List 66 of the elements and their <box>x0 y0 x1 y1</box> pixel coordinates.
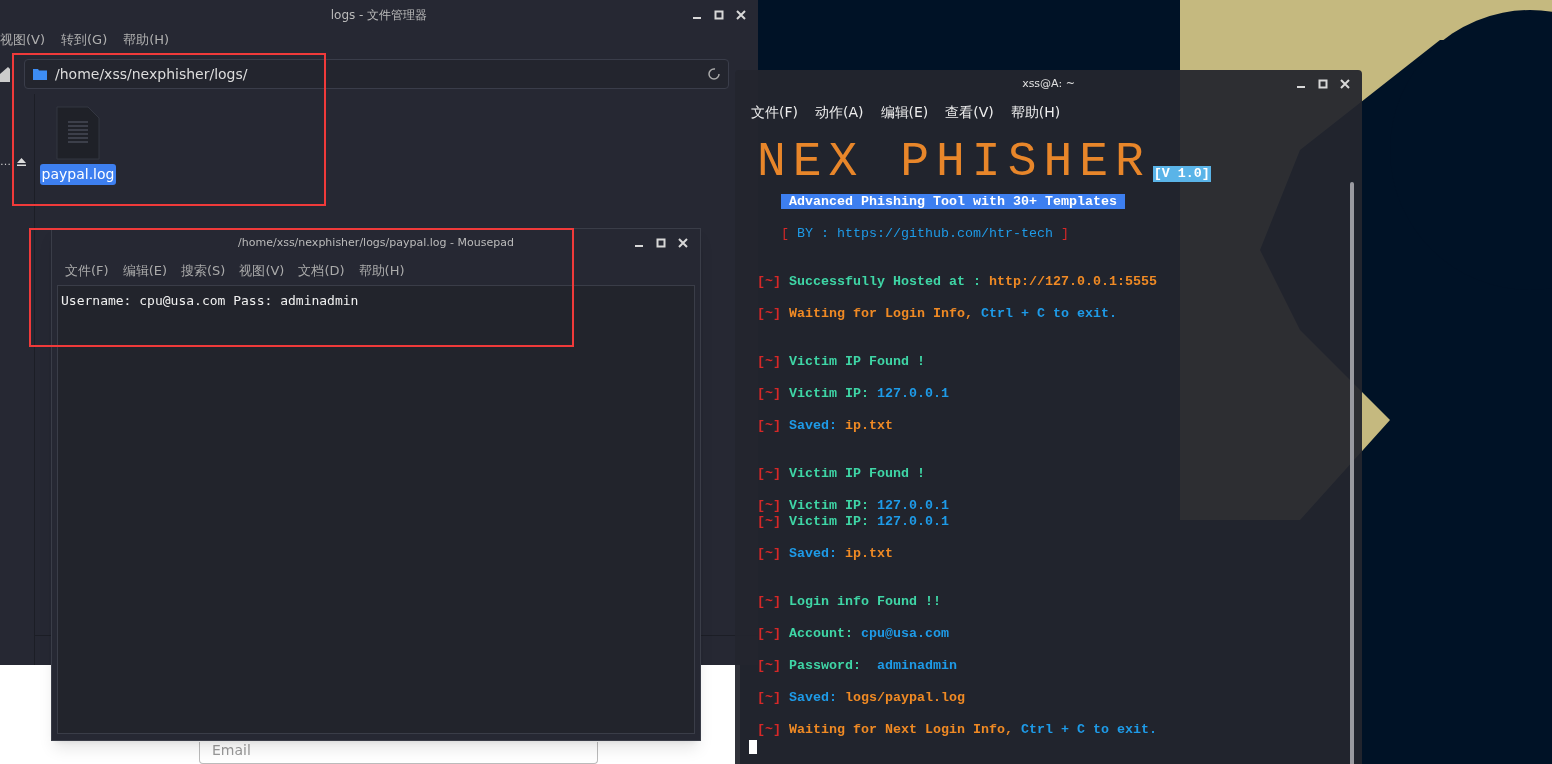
menu-item[interactable]: 文件(F) <box>751 101 798 123</box>
menu-item[interactable]: 帮助(H) <box>358 261 405 281</box>
window-title: xss@A: ~ <box>1021 75 1076 92</box>
terminal-line: Victim IP: 127.0.0.1 <box>789 498 949 514</box>
text-area[interactable]: Username: cpu@usa.com Pass: adminadmin <box>57 285 695 734</box>
eject-icon[interactable] <box>17 158 26 166</box>
line-prefix: [~] <box>757 626 781 642</box>
location-bar[interactable]: /home/xss/nexphisher/logs/ <box>24 59 729 89</box>
line-prefix: [~] <box>757 306 781 322</box>
line-prefix: [~] <box>757 594 781 610</box>
terminal-line: Saved: ip.txt <box>789 418 893 434</box>
refresh-icon[interactable] <box>708 68 720 80</box>
window-title: /home/xss/nexphisher/logs/paypal.log - Mousepad <box>237 234 515 251</box>
line-prefix: [~] <box>757 658 781 674</box>
menu-item[interactable]: 编辑(E) <box>122 261 167 281</box>
close-icon[interactable] <box>736 10 746 20</box>
menu-item[interactable]: 转到(G) <box>61 30 108 50</box>
menu-item[interactable]: 动作(A) <box>815 101 864 123</box>
line-prefix: [~] <box>757 466 781 482</box>
menu-item[interactable]: 查看(V) <box>945 101 994 123</box>
file-name[interactable]: paypal.log <box>39 164 117 185</box>
line-prefix: [~] <box>757 690 781 706</box>
line-prefix: [~] <box>757 498 781 514</box>
maximize-icon[interactable] <box>1318 79 1328 89</box>
terminal-line: Account: cpu@usa.com <box>789 626 949 642</box>
menu-item[interactable]: 视图(V) <box>0 30 46 50</box>
terminal-line: Victim IP Found ! <box>789 466 925 482</box>
cursor <box>749 740 757 754</box>
maximize-icon[interactable] <box>714 10 724 20</box>
credit-line: [ BY : https://github.com/htr-tech ] <box>780 226 1070 242</box>
terminal-line: Victim IP: 127.0.0.1 <box>789 514 949 530</box>
terminal-line: Victim IP: 127.0.0.1 <box>789 386 949 402</box>
menu-item[interactable]: 文档(D) <box>298 261 345 281</box>
line-prefix: [~] <box>757 386 781 402</box>
line-prefix: [~] <box>757 274 781 290</box>
line-prefix: [~] <box>757 514 781 530</box>
location-path: /home/xss/nexphisher/logs/ <box>55 64 248 84</box>
terminal-line: Saved: logs/paypal.log <box>789 690 965 706</box>
terminal-line: Login info Found !! <box>789 594 941 610</box>
terminal-line: Saved: ip.txt <box>789 546 893 562</box>
terminal-line: Successfully Hosted at : http://127.0.0.1:5555 <box>789 274 1157 290</box>
line-prefix: [~] <box>757 418 781 434</box>
menu-item[interactable]: 帮助(H) <box>1010 101 1061 123</box>
menu-item[interactable]: 编辑(E) <box>880 101 929 123</box>
sidebar-label: … <box>0 154 11 170</box>
banner-title: NEX PHISHER <box>757 140 1151 184</box>
terminal-line: Waiting for Login Info, Ctrl + C to exit. <box>789 306 1117 322</box>
menu-item[interactable]: 文件(F) <box>65 261 109 281</box>
menu-item[interactable]: 帮助(H) <box>123 30 170 50</box>
line-prefix: [~] <box>757 546 781 562</box>
scrollbar[interactable] <box>1350 182 1354 764</box>
version-badge: [V 1.0] <box>1152 166 1211 182</box>
menu-item[interactable]: 视图(V) <box>239 261 285 281</box>
terminal-line: Password: adminadmin <box>789 658 957 674</box>
close-icon[interactable] <box>1340 79 1350 89</box>
menu-item[interactable]: 搜索(S) <box>181 261 226 281</box>
line-prefix: [~] <box>757 722 781 738</box>
window-title: logs - 文件管理器 <box>329 7 429 24</box>
close-icon[interactable] <box>678 238 688 248</box>
folder-icon <box>33 68 47 80</box>
line-prefix: [~] <box>757 354 781 370</box>
terminal-line: Waiting for Next Login Info, Ctrl + C to exit. <box>789 722 1157 738</box>
tagline: Advanced Phishing Tool with 30+ Templates <box>781 194 1125 209</box>
maximize-icon[interactable] <box>656 238 666 248</box>
terminal-line: Victim IP Found ! <box>789 354 925 370</box>
file-content: Username: cpu@usa.com Pass: adminadmin <box>61 293 359 308</box>
